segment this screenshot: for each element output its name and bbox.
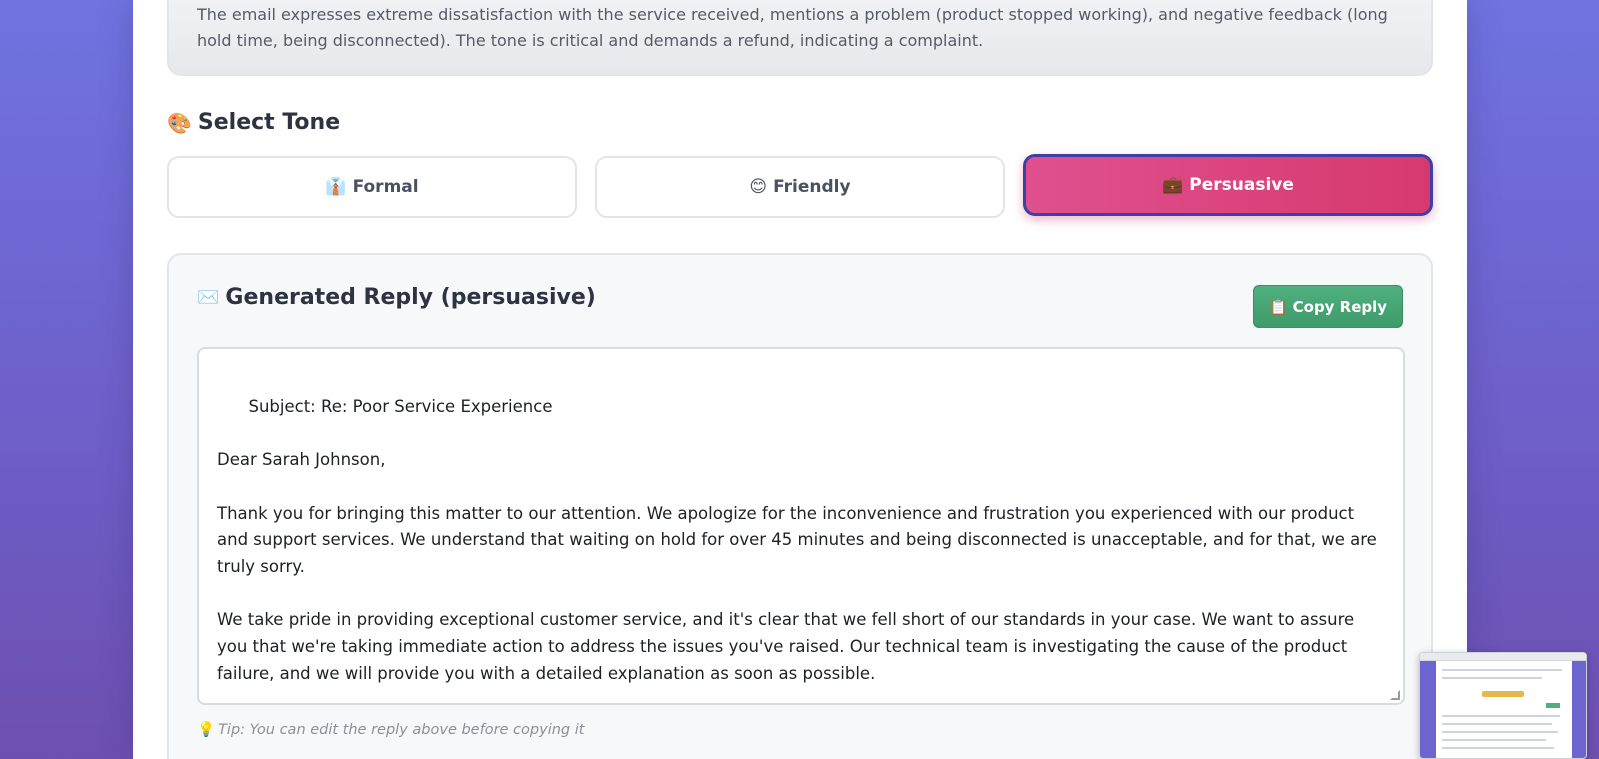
thumbnail-line [1442,669,1562,671]
tone-section-title-text: Select Tone [197,110,341,135]
briefcase-icon: 💼 [1162,175,1184,195]
reply-panel: ✉️ Generated Reply (persuasive) 📋 Copy R… [167,253,1433,759]
necktie-icon: 👔 [325,177,347,197]
tip-text: 💡 Tip: You can edit the reply above befo… [197,721,585,739]
tone-section-title: 🎨 Select Tone [167,110,340,135]
tone-formal-button[interactable]: 👔 Formal [167,156,577,218]
palette-icon: 🎨 [167,110,192,135]
lightbulb-icon: 💡 [197,722,216,738]
thumbnail-toolbar [1420,653,1586,661]
thumbnail-line [1442,715,1560,717]
copy-reply-label: Copy Reply [1292,297,1388,316]
tone-persuasive-label: Persuasive [1189,175,1294,195]
tone-selector: 👔 Formal 😊 Friendly 💼 Persuasive [167,154,1433,220]
tone-friendly-label: Friendly [773,177,851,197]
thumbnail-bg-left [1420,661,1436,758]
tone-friendly-button[interactable]: 😊 Friendly [595,156,1005,218]
main-card: The email expresses extreme dissatisfact… [133,0,1467,759]
analysis-text: The email expresses extreme dissatisfact… [197,5,1388,50]
clipboard-icon: 📋 [1268,297,1288,316]
screenshot-thumbnail[interactable] [1419,652,1587,759]
analysis-box: The email expresses extreme dissatisfact… [167,0,1433,76]
smile-icon: 😊 [749,177,768,197]
thumbnail-selected-tone [1482,691,1524,697]
thumbnail-line [1442,723,1552,725]
tone-persuasive-button[interactable]: 💼 Persuasive [1023,154,1433,216]
thumbnail-line [1442,731,1558,733]
copy-reply-button[interactable]: 📋 Copy Reply [1253,285,1403,328]
reply-title: ✉️ Generated Reply (persuasive) [197,285,596,310]
envelope-icon: ✉️ [197,287,220,308]
thumbnail-line [1442,677,1542,679]
reply-body: Subject: Re: Poor Service Experience Dea… [217,396,1377,683]
tip-label: Tip: You can edit the reply above before… [218,721,585,738]
resize-handle-icon[interactable] [1390,690,1400,700]
thumbnail-line [1442,739,1546,741]
thumbnail-copy-button [1546,703,1560,708]
thumbnail-line [1442,747,1554,749]
tone-formal-label: Formal [352,177,419,197]
reply-textarea[interactable]: Subject: Re: Poor Service Experience Dea… [197,347,1405,705]
thumbnail-bg-right [1572,661,1586,758]
reply-title-text: Generated Reply (persuasive) [225,285,596,310]
